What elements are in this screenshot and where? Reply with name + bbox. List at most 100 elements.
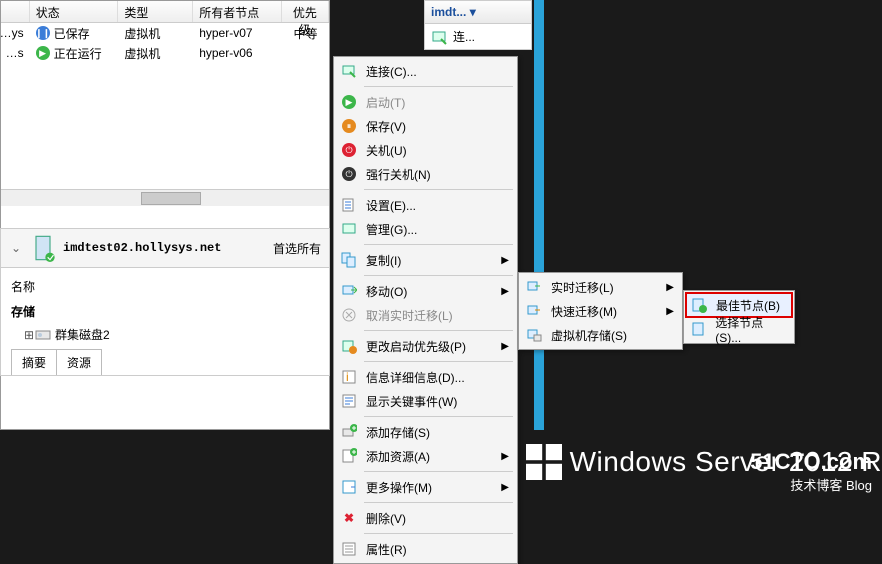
- add-resource-icon: [341, 448, 357, 464]
- tab-summary[interactable]: 摘要: [11, 349, 57, 375]
- menu-save[interactable]: ⏸保存(V): [336, 114, 515, 138]
- menu-add-resource[interactable]: 添加资源(A)▶: [336, 444, 515, 468]
- row-status: 已保存: [54, 25, 90, 42]
- col-status[interactable]: 状态: [30, 1, 119, 22]
- row-name: s…: [1, 46, 30, 60]
- connect-icon: [431, 29, 447, 45]
- col-type[interactable]: 类型: [118, 1, 193, 22]
- context-menu: 连接(C)... ▶启动(T) ⏸保存(V) ⏻关机(U) ⏻强行关机(N) 设…: [333, 56, 518, 564]
- submenu-vm-storage[interactable]: 虚拟机存储(S): [521, 323, 680, 347]
- menu-change-priority[interactable]: 更改启动优先级(P)▶: [336, 334, 515, 358]
- tab-resource[interactable]: 资源: [56, 349, 102, 375]
- select-node-icon: [691, 321, 707, 337]
- settings-icon: [341, 197, 357, 213]
- blog-main: 51CTO.com: [750, 449, 872, 475]
- shutdown-icon: ⏻: [342, 143, 356, 157]
- node-submenu: 最佳节点(B) 选择节点(S)...: [683, 290, 795, 344]
- tree-item-disk[interactable]: ⊞ 群集磁盘2: [11, 324, 319, 345]
- live-migration-icon: [526, 279, 542, 295]
- table-header: 状态 类型 所有者节点 优先级: [1, 1, 329, 23]
- table-row[interactable]: ys… ❙❙ 已保存 虚拟机 hyper-v07 中等: [1, 23, 329, 43]
- pause-icon: ❙❙: [36, 26, 50, 40]
- menu-critical-events[interactable]: 显示关键事件(W): [336, 389, 515, 413]
- detail-header[interactable]: ⌄ imdtest02.hollysys.net 首选所有: [0, 228, 330, 268]
- scroll-thumb[interactable]: [141, 192, 201, 205]
- cancel-icon: [341, 307, 357, 323]
- delete-icon: ✖: [340, 509, 358, 527]
- submenu-arrow-icon: ▶: [501, 341, 509, 352]
- window-edge: [534, 0, 544, 430]
- connect-icon: [341, 63, 357, 79]
- menu-delete[interactable]: ✖删除(V): [336, 506, 515, 530]
- menu-move[interactable]: 移动(O)▶: [336, 279, 515, 303]
- menu-replicate[interactable]: 复制(I)▶: [336, 248, 515, 272]
- actions-panel: imdt... ▾ 连...: [424, 0, 532, 50]
- menu-settings[interactable]: 设置(E)...: [336, 193, 515, 217]
- horizontal-scrollbar[interactable]: [1, 189, 329, 206]
- add-storage-icon: [341, 424, 357, 440]
- submenu-quick-migration[interactable]: 快速迁移(M)▶: [521, 299, 680, 323]
- more-icon: [341, 479, 357, 495]
- submenu-select-node[interactable]: 选择节点(S)...: [686, 317, 792, 341]
- priority-icon: [341, 338, 357, 354]
- menu-properties[interactable]: 属性(R): [336, 537, 515, 561]
- row-status: 正在运行: [54, 45, 102, 62]
- detail-body: 名称 存储 ⊞ 群集磁盘2 摘要 资源: [0, 268, 330, 376]
- detail-panel: ⌄ imdtest02.hollysys.net 首选所有 名称 存储 ⊞ 群集…: [0, 228, 330, 376]
- events-icon: [341, 393, 357, 409]
- table-row[interactable]: s… ▶ 正在运行 虚拟机 hyper-v06: [1, 43, 329, 63]
- row-type: 虚拟机: [118, 45, 193, 62]
- submenu-arrow-icon: ▶: [501, 451, 509, 462]
- menu-add-storage[interactable]: 添加存储(S): [336, 420, 515, 444]
- menu-manage[interactable]: 管理(G)...: [336, 217, 515, 241]
- replicate-icon: [341, 252, 357, 268]
- table-area: 状态 类型 所有者节点 优先级 ys… ❙❙ 已保存 虚拟机 hyper-v07…: [1, 1, 329, 206]
- menu-start: ▶启动(T): [336, 90, 515, 114]
- server-icon: [29, 234, 57, 262]
- disk-label: 群集磁盘2: [55, 326, 110, 343]
- menu-more[interactable]: 更多操作(M)▶: [336, 475, 515, 499]
- col-owner[interactable]: 所有者节点: [193, 1, 282, 22]
- poweroff-icon: ⏻: [342, 167, 356, 181]
- disk-icon: [35, 327, 51, 343]
- pref-owner-label: 首选所有: [273, 240, 321, 257]
- submenu-arrow-icon: ▶: [501, 286, 509, 297]
- start-icon: ▶: [342, 95, 356, 109]
- quick-migration-icon: [526, 303, 542, 319]
- submenu-arrow-icon: ▶: [501, 482, 509, 493]
- actions-header[interactable]: imdt... ▾: [425, 1, 531, 24]
- properties-icon: [341, 541, 357, 557]
- vm-storage-icon: [526, 327, 542, 343]
- manage-icon: [341, 221, 357, 237]
- row-owner: hyper-v06: [193, 46, 282, 60]
- play-icon: ▶: [36, 46, 50, 60]
- menu-info[interactable]: i信息详细信息(D)...: [336, 365, 515, 389]
- save-icon: ⏸: [342, 119, 356, 133]
- blog-watermark: 51CTO.com 技术博客 Blog: [750, 449, 872, 494]
- storage-label: 存储: [11, 299, 319, 324]
- menu-connect[interactable]: 连接(C)...: [336, 59, 515, 83]
- name-label: 名称: [11, 274, 319, 299]
- submenu-arrow-icon: ▶: [666, 306, 674, 317]
- detail-hostname: imdtest02.hollysys.net: [63, 241, 221, 255]
- best-node-icon: [691, 297, 707, 313]
- tab-bar: 摘要 资源: [11, 349, 319, 375]
- blog-sub: 技术博客 Blog: [750, 475, 872, 494]
- menu-shutdown[interactable]: ⏻关机(U): [336, 138, 515, 162]
- collapse-icon[interactable]: ⌄: [9, 241, 23, 255]
- svg-text:i: i: [346, 370, 349, 384]
- row-type: 虚拟机: [118, 25, 193, 42]
- row-priority: 中等: [282, 25, 329, 42]
- col-priority[interactable]: 优先级: [282, 1, 329, 22]
- expand-icon[interactable]: ⊞: [23, 328, 35, 342]
- col-name[interactable]: [1, 1, 30, 22]
- submenu-live-migration[interactable]: 实时迁移(L)▶: [521, 275, 680, 299]
- row-owner: hyper-v07: [193, 26, 282, 40]
- move-icon: [341, 283, 357, 299]
- info-icon: i: [341, 369, 357, 385]
- menu-poweroff[interactable]: ⏻强行关机(N): [336, 162, 515, 186]
- windows-logo-icon: [526, 444, 562, 480]
- move-submenu: 实时迁移(L)▶ 快速迁移(M)▶ 虚拟机存储(S): [518, 272, 683, 350]
- row-name: ys…: [1, 26, 30, 40]
- actions-connect[interactable]: 连...: [425, 24, 531, 49]
